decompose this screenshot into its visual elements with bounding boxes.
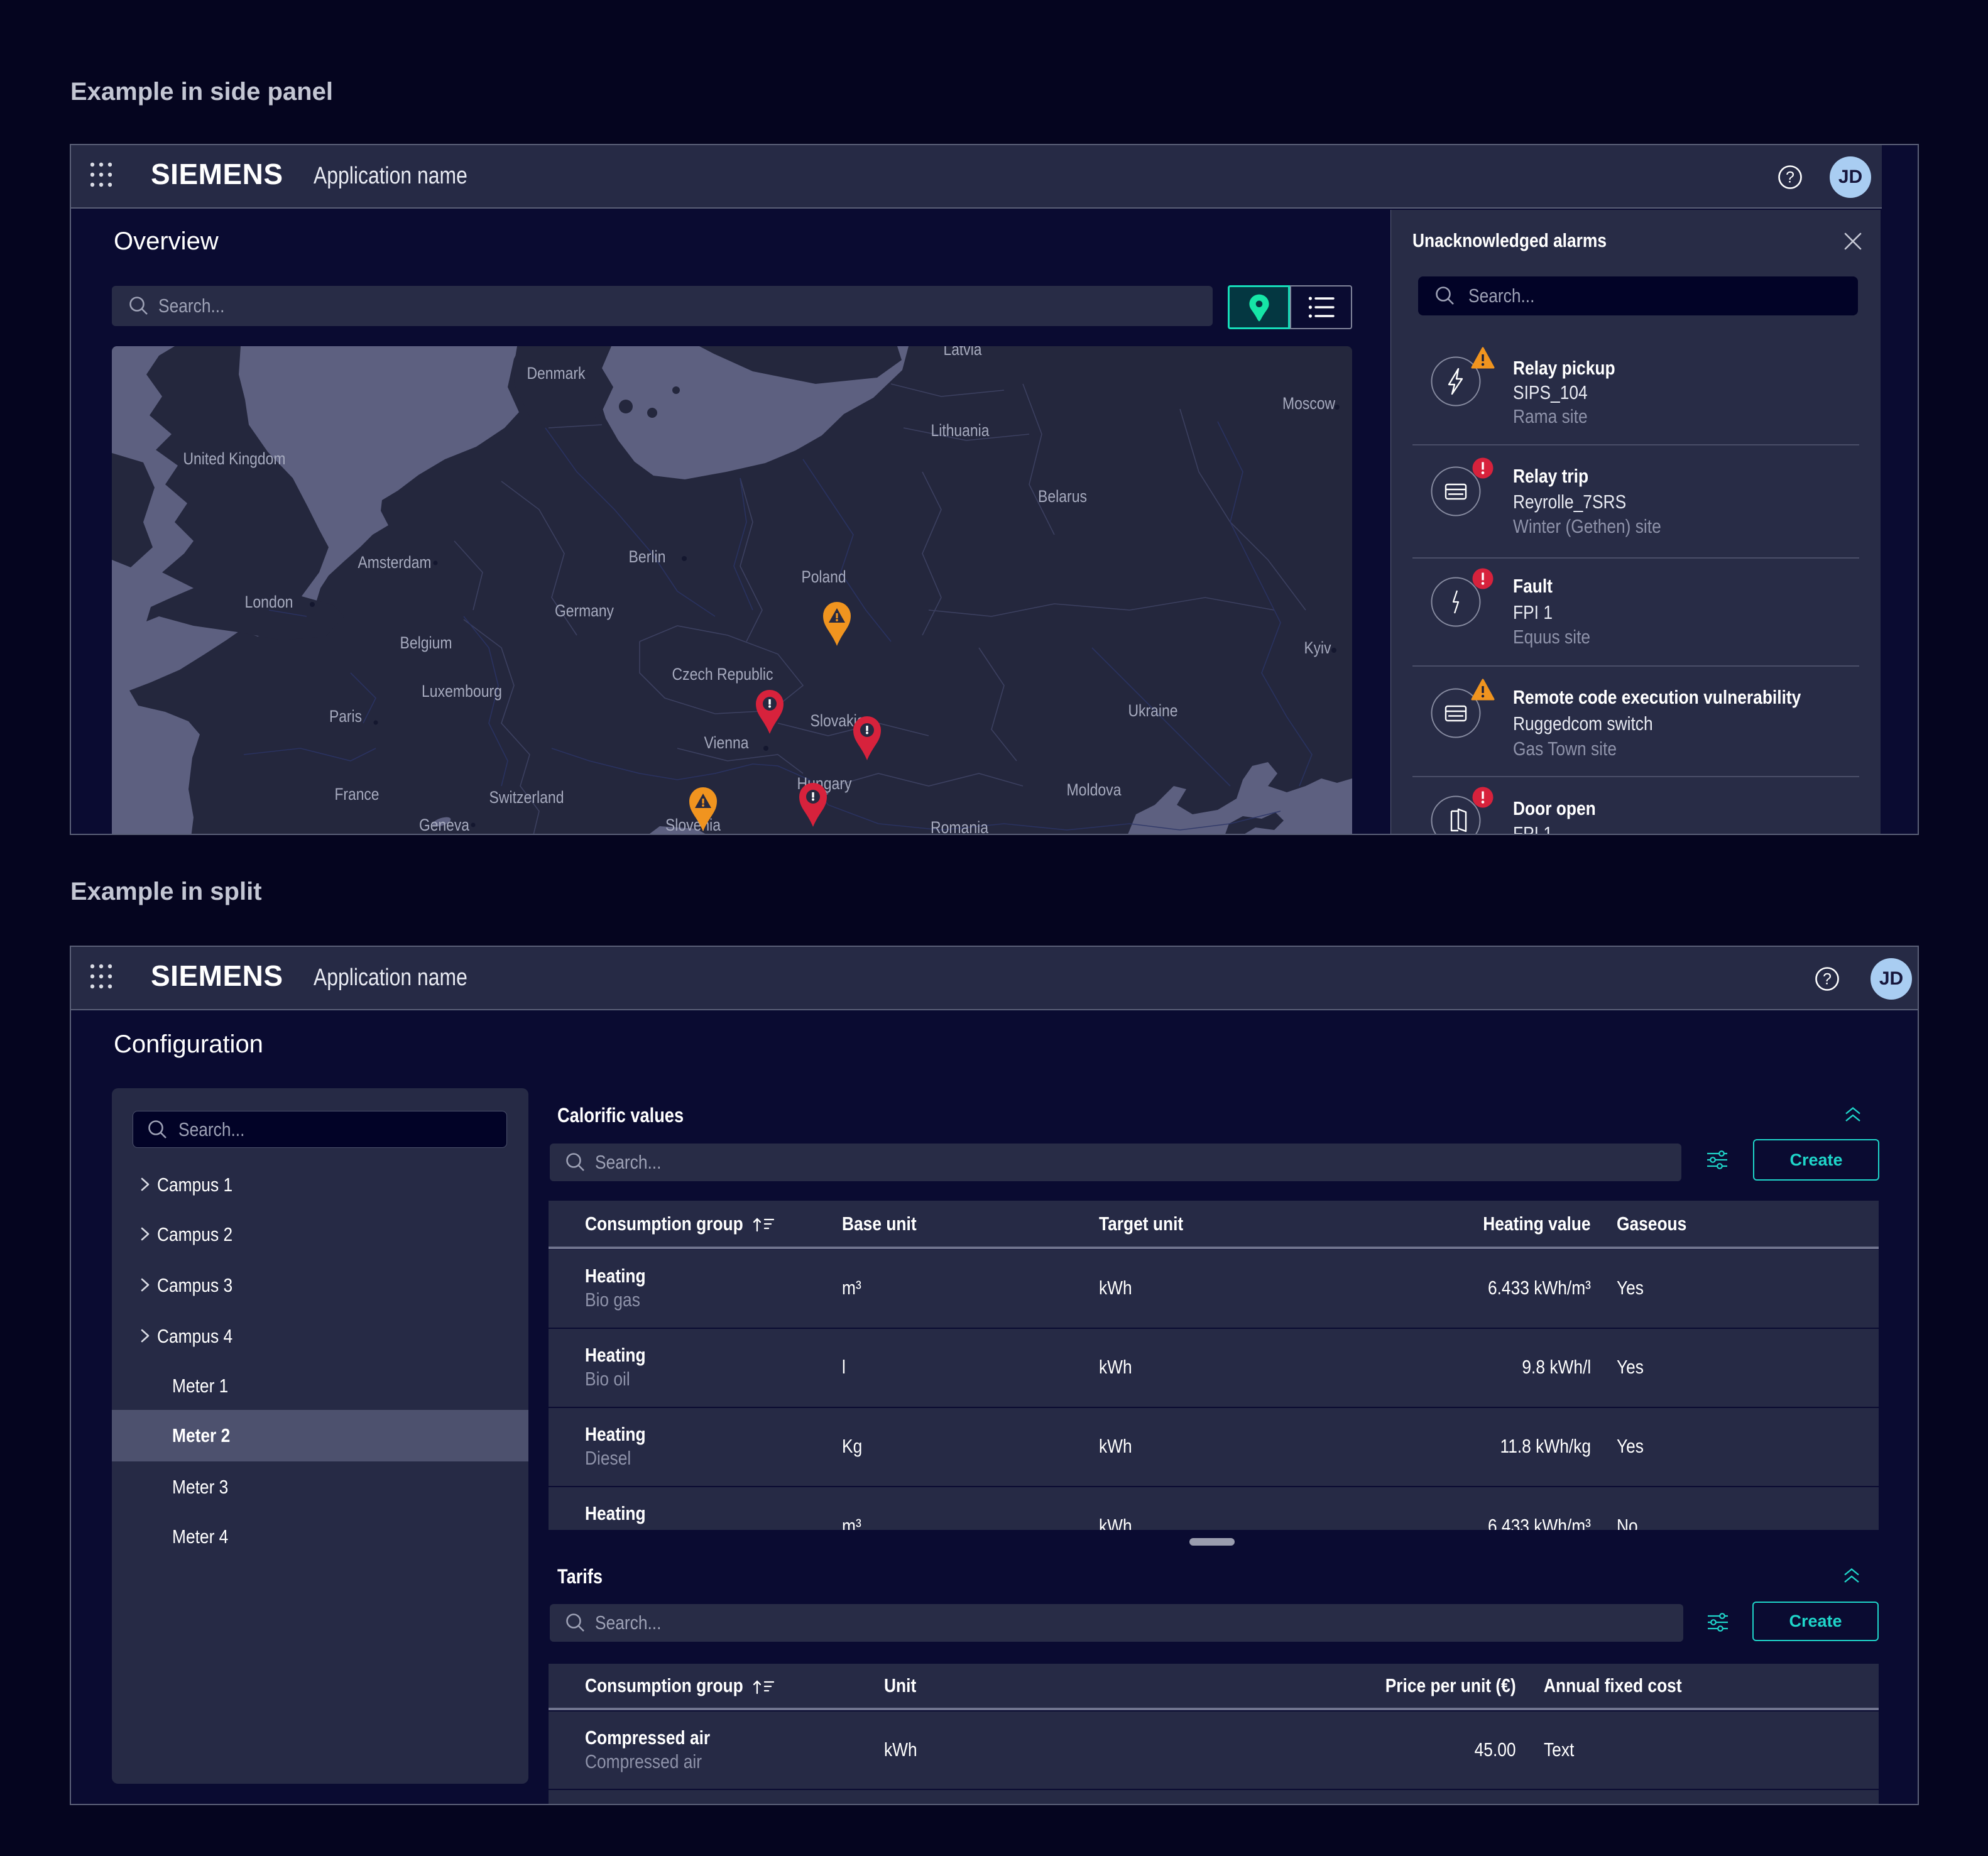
svg-text:Denmark: Denmark <box>527 364 586 383</box>
svg-text:?: ? <box>1786 169 1794 187</box>
svg-text:Berlin: Berlin <box>629 547 666 566</box>
svg-text:Switzerland: Switzerland <box>489 788 564 807</box>
svg-text:Slovenia: Slovenia <box>665 816 721 834</box>
svg-text:Germany: Germany <box>555 601 614 620</box>
svg-text:Lithuania: Lithuania <box>931 421 990 440</box>
svg-text:Geneva: Geneva <box>419 816 470 834</box>
svg-text:Poland: Poland <box>802 567 846 586</box>
svg-text:United Kingdom: United Kingdom <box>183 449 286 468</box>
svg-text:Moscow: Moscow <box>1282 394 1335 413</box>
svg-text:Belgium: Belgium <box>400 633 452 652</box>
svg-text:?: ? <box>1823 971 1832 988</box>
svg-text:Latvia: Latvia <box>944 346 983 359</box>
svg-text:Vienna: Vienna <box>704 733 750 752</box>
svg-text:Kyiv: Kyiv <box>1304 638 1331 657</box>
svg-text:Belarus: Belarus <box>1038 487 1087 506</box>
svg-text:Czech Republic: Czech Republic <box>672 665 773 684</box>
svg-text:Amsterdam: Amsterdam <box>358 553 432 572</box>
svg-text:London: London <box>245 592 293 611</box>
svg-text:Luxembourg: Luxembourg <box>422 682 502 701</box>
svg-text:Ukraine: Ukraine <box>1128 701 1178 720</box>
svg-text:Moldova: Moldova <box>1067 780 1122 799</box>
svg-text:Romania: Romania <box>931 818 989 835</box>
svg-text:France: France <box>335 785 380 804</box>
svg-text:Paris: Paris <box>329 707 362 726</box>
